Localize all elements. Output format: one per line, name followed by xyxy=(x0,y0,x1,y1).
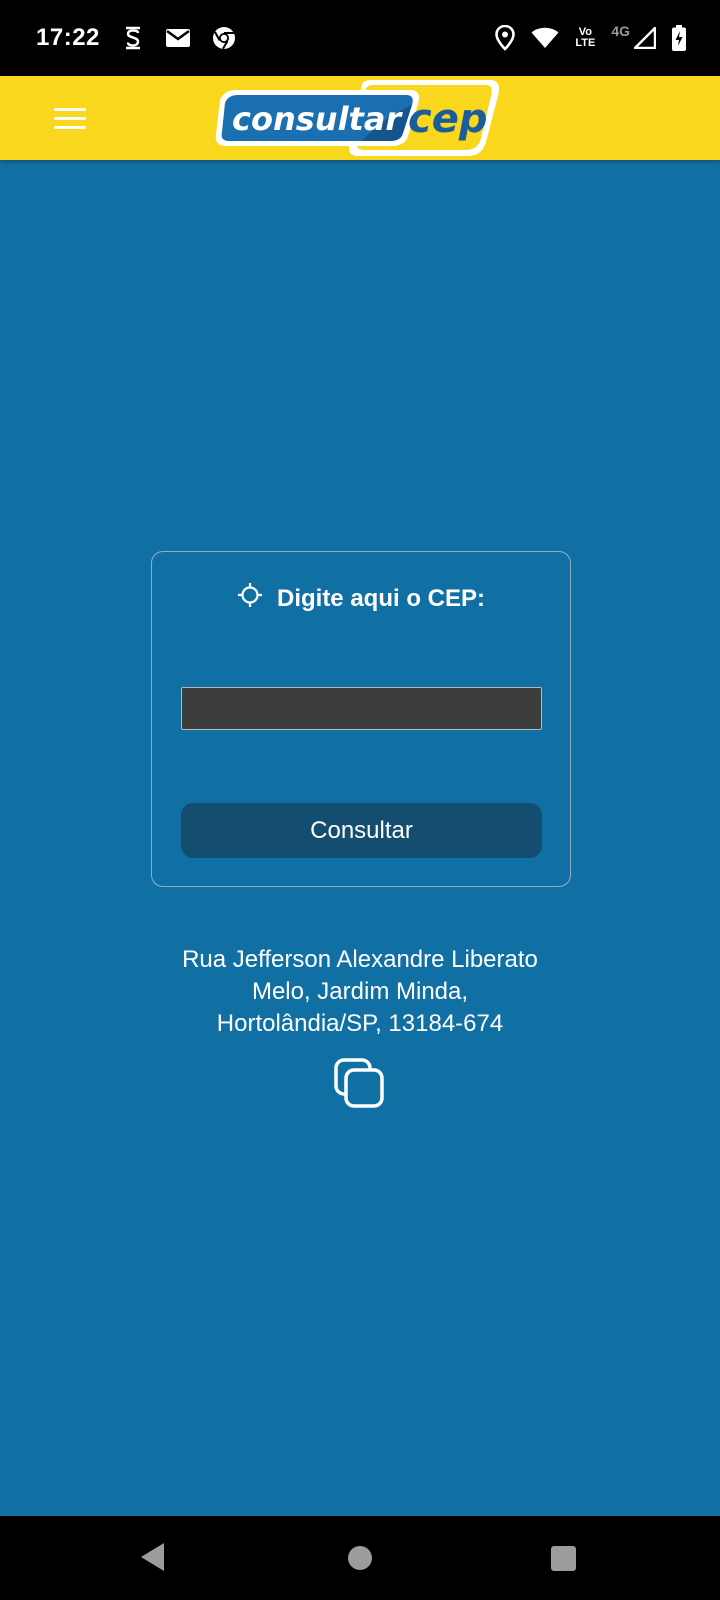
wifi-icon xyxy=(531,27,559,49)
address-line: Hortolândia/SP, 13184-674 xyxy=(216,1010,504,1037)
battery-charging-icon xyxy=(672,25,686,51)
cep-search-card: Digite aqui o CEP: Consultar xyxy=(151,551,571,887)
recents-icon[interactable] xyxy=(551,1546,576,1571)
address-line: Melo, Jardim Minda, xyxy=(251,978,469,1005)
card-title-text: Digite aqui o CEP: xyxy=(276,584,485,612)
chrome-icon xyxy=(212,26,236,50)
location-icon xyxy=(495,25,516,51)
navigation-bar xyxy=(0,1516,720,1600)
address-line: Rua Jefferson Alexandre Liberato xyxy=(182,946,538,973)
system-icons: Vo LTE 4G xyxy=(495,23,686,51)
card-title: Digite aqui o CEP: xyxy=(152,582,570,615)
status-time: 17:22 xyxy=(36,24,100,51)
logo-text-consultar: consultar xyxy=(232,100,403,138)
crosshair-icon xyxy=(237,582,263,615)
cep-input[interactable] xyxy=(181,687,542,730)
result-address: Rua Jefferson Alexandre Liberato Melo, J… xyxy=(120,944,600,1040)
status-bar: 17:22 Vo LTE 4G xyxy=(0,0,720,76)
signal-icon xyxy=(634,27,656,49)
network-type: 4G xyxy=(611,23,630,39)
back-icon[interactable] xyxy=(140,1542,166,1572)
notification-icons xyxy=(122,25,236,51)
consultar-cep-logo: consultar cep xyxy=(215,80,499,156)
volte-icon: Vo LTE xyxy=(575,26,596,49)
consultar-button[interactable]: Consultar xyxy=(181,803,542,858)
hamburger-menu-icon[interactable] xyxy=(46,98,94,138)
gmail-icon xyxy=(165,29,190,47)
copy-icon[interactable] xyxy=(334,1058,386,1110)
logo-text-cep: cep xyxy=(408,96,487,142)
home-icon[interactable] xyxy=(348,1546,372,1570)
s-app-icon xyxy=(122,25,144,51)
